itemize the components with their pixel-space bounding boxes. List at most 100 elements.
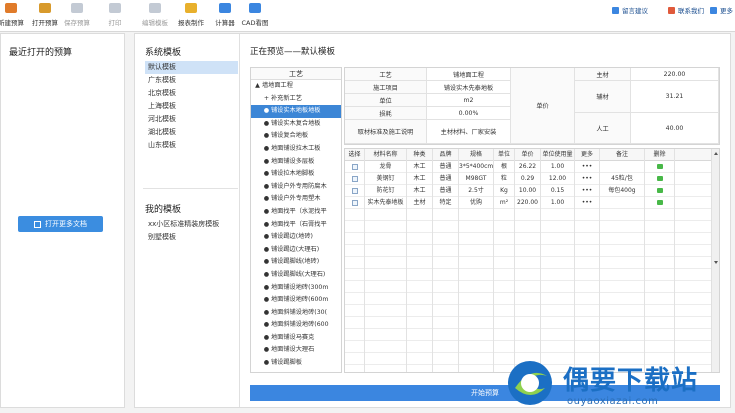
system-template-item[interactable]: 默认模板 bbox=[145, 61, 238, 74]
tree-toggle-icon[interactable]: ● bbox=[262, 244, 271, 257]
more-options-button[interactable]: ••• bbox=[575, 197, 600, 209]
tree-item[interactable]: ● 铺设踢边(大理石) bbox=[251, 244, 341, 257]
row-select-checkbox[interactable] bbox=[351, 187, 358, 194]
tree-item[interactable]: ● 铺设踢脚线(大理石) bbox=[251, 269, 341, 282]
open-budget-icon bbox=[39, 3, 51, 13]
delete-row-icon[interactable] bbox=[656, 200, 663, 205]
tree-toggle-icon[interactable]: ● bbox=[262, 344, 271, 357]
toolbar-button-1[interactable]: 打开预算 bbox=[30, 2, 60, 30]
table-row bbox=[345, 305, 713, 317]
more-options-button[interactable]: ••• bbox=[575, 173, 600, 185]
tree-item[interactable]: ● 铺设踢边(地砖) bbox=[251, 231, 341, 244]
system-template-item[interactable]: 河北模板 bbox=[145, 113, 238, 126]
table-cell bbox=[541, 245, 575, 257]
tree-item[interactable]: ● 地面铺设拉木工板 bbox=[251, 143, 341, 156]
row-select-checkbox[interactable] bbox=[351, 175, 358, 182]
tree-item[interactable]: ● 地面铺设多层板 bbox=[251, 156, 341, 169]
open-more-documents-button[interactable]: 打开更多文档 bbox=[18, 216, 103, 232]
tree-toggle-icon[interactable]: ● bbox=[262, 231, 271, 244]
tree-item[interactable]: ● 地面铺设地砖(300m bbox=[251, 282, 341, 295]
tree-toggle-icon[interactable]: ● bbox=[262, 294, 271, 307]
tree-item[interactable]: ● 地面铺设大理石 bbox=[251, 344, 341, 357]
row-select-checkbox[interactable] bbox=[351, 163, 358, 170]
table-row bbox=[345, 281, 713, 293]
tree-toggle-icon[interactable]: ● bbox=[262, 282, 271, 295]
table-cell bbox=[459, 341, 494, 353]
table-cell bbox=[407, 245, 433, 257]
table-row bbox=[345, 317, 713, 329]
tree-toggle-icon[interactable]: ● bbox=[262, 357, 271, 370]
tree-item[interactable]: ● 铺设实木地板地板 bbox=[251, 105, 341, 118]
tree-item[interactable]: ● 地面斜铺设地砖(30( bbox=[251, 307, 341, 320]
tree-item[interactable]: ● 地面找平（水泥找平 bbox=[251, 206, 341, 219]
table-cell bbox=[433, 233, 459, 245]
tree-toggle-icon[interactable]: ● bbox=[262, 105, 271, 118]
tree-item[interactable]: ● 地面斜铺设地砖(600 bbox=[251, 319, 341, 332]
tree-item[interactable]: ● 铺设踢脚板 bbox=[251, 357, 341, 370]
scroll-down-icon[interactable] bbox=[714, 261, 718, 264]
toolbar-link-1[interactable]: 联系我们 bbox=[668, 4, 704, 16]
tree-toggle-icon[interactable]: + bbox=[262, 93, 271, 106]
toolbar-button-3[interactable]: 打印 bbox=[100, 2, 130, 30]
system-template-item[interactable]: 湖北模板 bbox=[145, 126, 238, 139]
tree-toggle-icon[interactable]: ● bbox=[262, 156, 271, 169]
delete-row-icon[interactable] bbox=[656, 176, 663, 181]
tree-item[interactable]: ● 铺设复合地板 bbox=[251, 130, 341, 143]
tree-item[interactable]: ● 铺设户外专用防腐木 bbox=[251, 181, 341, 194]
tree-item[interactable]: ● 地面找平（石膏找平 bbox=[251, 219, 341, 232]
toolbar-button-0[interactable]: 新建预算 bbox=[0, 2, 24, 30]
tree-item[interactable]: ● 铺设踢脚线(地砖) bbox=[251, 256, 341, 269]
tree-toggle-icon[interactable]: ● bbox=[262, 181, 271, 194]
toolbar-button-2[interactable]: 保存预算 bbox=[62, 2, 92, 30]
toolbar-link-0[interactable]: 留言建议 bbox=[612, 4, 648, 16]
toolbar-button-6[interactable]: 计算器 bbox=[210, 2, 240, 30]
grid-column-header: 种类 bbox=[407, 149, 433, 161]
toolbar-link-2[interactable]: 更多 bbox=[710, 4, 733, 16]
tree-toggle-icon[interactable]: ● bbox=[262, 130, 271, 143]
system-template-item[interactable]: 广东模板 bbox=[145, 74, 238, 87]
table-row bbox=[345, 233, 713, 245]
materials-grid-scrollbar[interactable] bbox=[711, 149, 719, 372]
toolbar-button-5[interactable]: 报表制作 bbox=[176, 2, 206, 30]
table-cell bbox=[515, 221, 541, 233]
toolbar-button-7[interactable]: CAD看图 bbox=[240, 2, 270, 30]
tree-item[interactable]: ● 地面铺设地砖(600m bbox=[251, 294, 341, 307]
tree-toggle-icon[interactable]: ● bbox=[262, 206, 271, 219]
row-select-checkbox[interactable] bbox=[351, 199, 358, 206]
table-cell bbox=[645, 329, 675, 341]
tree-toggle-icon[interactable]: ● bbox=[262, 269, 271, 282]
delete-row-icon[interactable] bbox=[656, 188, 663, 193]
tree-toggle-icon[interactable]: ● bbox=[262, 168, 271, 181]
tree-item[interactable]: ▲ 墙地面工程 bbox=[251, 80, 341, 93]
contact-icon bbox=[668, 6, 675, 14]
more-options-button[interactable]: ••• bbox=[575, 161, 600, 173]
delete-row-icon[interactable] bbox=[656, 164, 663, 169]
system-template-item[interactable]: 北京模板 bbox=[145, 87, 238, 100]
labor-value: 40.00 bbox=[631, 113, 719, 144]
tree-item[interactable]: + 补充新工艺 bbox=[251, 93, 341, 106]
scroll-up-icon[interactable] bbox=[714, 152, 718, 155]
my-template-item[interactable]: xx小区标准精装房模板 bbox=[145, 218, 238, 231]
system-template-item[interactable]: 上海模板 bbox=[145, 100, 238, 113]
tree-toggle-icon[interactable]: ● bbox=[262, 332, 271, 345]
tree-item[interactable]: ● 地面铺设马赛克 bbox=[251, 332, 341, 345]
tree-toggle-icon[interactable]: ● bbox=[262, 319, 271, 332]
tree-toggle-icon[interactable]: ● bbox=[262, 143, 271, 156]
tree-toggle-icon[interactable]: ● bbox=[262, 307, 271, 320]
tree-toggle-icon[interactable]: ● bbox=[262, 193, 271, 206]
table-row: 实木先泰地板 主材 特定 优购 m² 220.00 1.00 ••• bbox=[345, 197, 713, 209]
tree-toggle-icon[interactable]: ▲ bbox=[253, 80, 262, 93]
table-cell bbox=[407, 305, 433, 317]
table-cell bbox=[365, 329, 407, 341]
tree-item[interactable]: ● 铺设户外专用塑木 bbox=[251, 193, 341, 206]
toolbar-link-label: 更多 bbox=[720, 7, 733, 15]
tree-item[interactable]: ● 铺设实木复合地板 bbox=[251, 118, 341, 131]
tree-toggle-icon[interactable]: ● bbox=[262, 118, 271, 131]
tree-toggle-icon[interactable]: ● bbox=[262, 219, 271, 232]
tree-item[interactable]: ● 铺设拉木地脚板 bbox=[251, 168, 341, 181]
my-template-item[interactable]: 别墅模板 bbox=[145, 231, 238, 244]
more-options-button[interactable]: ••• bbox=[575, 185, 600, 197]
toolbar-button-4[interactable]: 编辑模板 bbox=[140, 2, 170, 30]
tree-toggle-icon[interactable]: ● bbox=[262, 256, 271, 269]
system-template-item[interactable]: 山东模板 bbox=[145, 139, 238, 152]
